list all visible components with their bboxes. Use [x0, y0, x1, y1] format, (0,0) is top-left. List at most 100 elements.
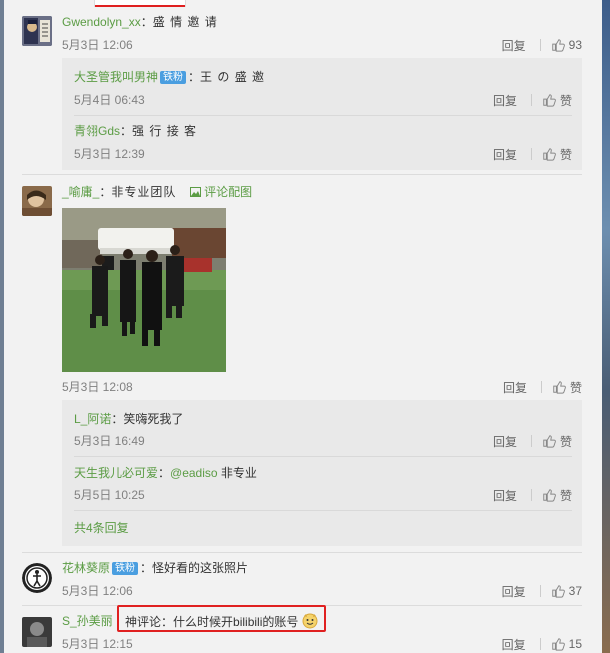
comment-actions: 回复 93: [502, 37, 582, 53]
reply-date: 5月5日 10:25: [74, 488, 145, 502]
thumbs-up-icon: [551, 39, 565, 52]
image-link[interactable]: 评论配图: [189, 185, 253, 199]
reply-divider: [74, 115, 572, 116]
reply-date: 5月4日 06:43: [74, 93, 145, 107]
avatar[interactable]: [22, 617, 52, 647]
like-count: 15: [568, 637, 582, 651]
colon: ：: [120, 124, 133, 138]
comment-actions: 回复 赞: [503, 379, 582, 395]
reply-text: 王 の 盛 邀: [200, 70, 266, 84]
thumbs-up-icon: [543, 148, 556, 161]
like-label: 赞: [569, 380, 582, 395]
action-separator: [539, 39, 541, 51]
username-link[interactable]: 花林葵原: [62, 561, 110, 575]
reply-divider: [74, 510, 572, 511]
colon: ：: [140, 561, 153, 575]
reply-actions: 回复 赞: [493, 487, 572, 503]
replies-box: L_阿诺：笑嗨死我了 5月3日 16:49 回复 赞 天生我儿必可爱：@eadi…: [62, 400, 582, 546]
thumbs-up-icon: [551, 585, 565, 598]
action-separator: [530, 94, 532, 106]
reply-button[interactable]: 回复: [502, 37, 526, 54]
username-link[interactable]: S_孙美丽: [62, 614, 113, 628]
like-label: 赞: [559, 93, 572, 108]
reply-button[interactable]: 回复: [493, 146, 517, 163]
reply-line: L_阿诺：笑嗨死我了: [74, 411, 183, 427]
action-separator: [539, 585, 541, 597]
reply-line: 青翎Gds：强 行 接 客: [74, 123, 197, 139]
comment-actions: 回复 15: [502, 636, 582, 652]
avatar[interactable]: [22, 186, 52, 216]
thumbs-up-icon: [543, 94, 556, 107]
comment-text: 盛 情 邀 请: [152, 15, 218, 29]
colon: ：: [140, 15, 153, 29]
like-label: 赞: [559, 147, 572, 162]
reply-button[interactable]: 回复: [493, 92, 517, 109]
more-replies-link[interactable]: 共4条回复: [74, 520, 129, 536]
username-link[interactable]: Gwendolyn_xx: [62, 15, 141, 29]
pallbearers-photo: [62, 208, 226, 372]
comment-date: 5月3日 12:15: [62, 637, 133, 651]
active-tab[interactable]: [94, 0, 186, 7]
image-icon: [189, 187, 201, 197]
comment-line: 花林葵原 铁粉 ：怪好看的这张照片: [62, 560, 248, 576]
action-separator: [530, 435, 532, 447]
comment-actions: 回复 37: [502, 583, 582, 599]
reply-button[interactable]: 回复: [493, 433, 517, 450]
username-link[interactable]: _喻庸_: [62, 185, 99, 199]
username-link[interactable]: L_阿诺: [74, 412, 111, 426]
reply-button[interactable]: 回复: [502, 636, 526, 653]
reply-text: 笑嗨死我了: [123, 412, 184, 426]
username-link[interactable]: 大圣管我叫男神: [74, 70, 158, 84]
like-button[interactable]: 赞: [542, 146, 572, 163]
background-right-edge: [602, 0, 610, 653]
reply-line: 大圣管我叫男神 铁粉 ：王 の 盛 邀: [74, 69, 265, 85]
username-link[interactable]: 天生我儿必可爱: [74, 466, 158, 480]
reply-date: 5月3日 16:49: [74, 434, 145, 448]
like-button[interactable]: 赞: [542, 92, 572, 109]
like-count: 93: [568, 38, 582, 52]
comment-photo[interactable]: [62, 208, 226, 372]
like-count: 37: [568, 584, 582, 598]
mention-link[interactable]: @eadiso: [170, 466, 218, 480]
replies-box: 大圣管我叫男神 铁粉 ：王 の 盛 邀 5月4日 06:43 回复 赞 青翎Gds：…: [62, 58, 582, 170]
action-separator: [530, 148, 532, 160]
colon: ：: [99, 185, 112, 199]
username-link[interactable]: 青翎Gds: [74, 124, 120, 138]
reply-divider: [74, 456, 572, 457]
like-button[interactable]: 赞: [552, 379, 582, 396]
comment-divider: [22, 552, 582, 553]
action-separator: [540, 381, 542, 393]
comment-line: S_孙美丽: [62, 613, 113, 629]
like-button[interactable]: 赞: [542, 487, 572, 504]
colon: ：: [188, 70, 201, 84]
thumbs-up-icon: [553, 381, 566, 394]
action-separator: [539, 638, 541, 650]
reply-actions: 回复 赞: [493, 146, 572, 162]
reply-button[interactable]: 回复: [493, 487, 517, 504]
reply-actions: 回复 赞: [493, 433, 572, 449]
fan-badge: 铁粉: [160, 71, 187, 84]
reply-line: 天生我儿必可爱：@eadiso 非专业: [74, 465, 257, 481]
reply-text: 非专业: [220, 466, 257, 480]
like-label: 赞: [559, 434, 572, 449]
like-button[interactable]: 37: [551, 584, 582, 598]
highlighted-comment: 神评论：什么时候开bilibili的账号: [125, 613, 318, 630]
comment-text: 怪好看的这张照片: [152, 561, 249, 575]
thumbs-up-icon: [543, 435, 556, 448]
comment-prefix: 神评论：: [125, 615, 174, 629]
reply-button[interactable]: 回复: [503, 379, 527, 396]
comment-date: 5月3日 12:08: [62, 380, 133, 394]
avatar[interactable]: [22, 563, 52, 593]
comment-text: 什么时候开bilibili的账号: [173, 615, 299, 629]
comment-text: 非专业团队: [111, 185, 177, 199]
colon: ：: [158, 466, 171, 480]
like-button[interactable]: 93: [551, 38, 582, 52]
like-button[interactable]: 赞: [542, 433, 572, 450]
like-label: 赞: [559, 488, 572, 503]
fan-badge: 铁粉: [112, 562, 139, 575]
reply-button[interactable]: 回复: [502, 583, 526, 600]
reply-text: 强 行 接 客: [132, 124, 198, 138]
avatar[interactable]: [22, 16, 52, 46]
like-button[interactable]: 15: [551, 637, 582, 651]
image-link-label: 评论配图: [204, 185, 253, 199]
